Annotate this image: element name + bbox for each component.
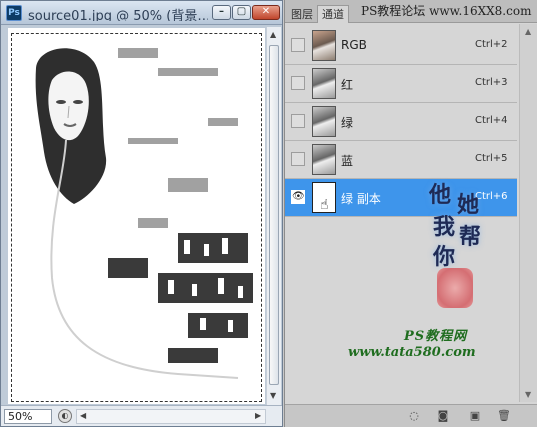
red-seal-stamp <box>437 268 473 308</box>
channel-thumbnail <box>312 68 336 99</box>
brand-watermark: PS教程网 <box>404 329 468 344</box>
channel-row-red[interactable]: 红 Ctrl+3 <box>285 65 517 103</box>
new-channel-icon[interactable]: ▣ <box>468 409 482 423</box>
channel-name: 绿 <box>341 116 354 130</box>
channel-row-blue[interactable]: 蓝 Ctrl+5 <box>285 141 517 179</box>
channel-shortcut: Ctrl+4 <box>475 115 508 126</box>
document-title: source01.jpg @ 50% (背景… <box>28 9 208 21</box>
hand-cursor-icon: ☝ <box>320 197 329 213</box>
channel-shortcut: Ctrl+3 <box>475 77 508 88</box>
scroll-up-arrow-icon[interactable]: ▲ <box>525 27 531 36</box>
document-window: Ps source01.jpg @ 50% (背景… – ▢ ✕ ▲ ▼ 50%… <box>0 0 283 427</box>
scroll-right-arrow-icon[interactable]: ▶ <box>255 411 261 420</box>
canvas-horizontal-scrollbar[interactable]: ◀ ▶ <box>76 409 266 424</box>
trash-icon[interactable]: 🗑 <box>497 409 511 423</box>
calligraphy-char: 我 <box>433 214 456 240</box>
channel-name: 红 <box>341 78 354 92</box>
channel-row-green[interactable]: 绿 Ctrl+4 <box>285 103 517 141</box>
document-titlebar[interactable]: Ps source01.jpg @ 50% (背景… – ▢ ✕ <box>1 1 282 25</box>
calligraphy-char: 帮 <box>459 224 482 250</box>
url-watermark: www.tata580.com <box>348 345 476 360</box>
channel-name: RGB <box>341 38 367 52</box>
visibility-toggle[interactable] <box>291 152 305 166</box>
site-banner: PS教程论坛 www.16XX8.com <box>361 4 532 18</box>
channel-row-rgb[interactable]: RGB Ctrl+2 <box>285 27 517 65</box>
channel-shortcut: Ctrl+2 <box>475 39 508 50</box>
dotted-circle-icon[interactable]: ◌ <box>407 409 421 423</box>
scrollbar-thumb[interactable] <box>269 45 279 385</box>
eye-icon[interactable]: 👁 <box>291 190 305 204</box>
visibility-toggle[interactable] <box>291 76 305 90</box>
canvas-vertical-scrollbar[interactable]: ▲ ▼ <box>266 27 281 405</box>
tab-channels[interactable]: 通道 <box>317 5 349 23</box>
channel-shortcut: Ctrl+5 <box>475 153 508 164</box>
minimize-button[interactable]: – <box>212 5 231 20</box>
channel-thumbnail <box>312 106 336 137</box>
scroll-down-arrow-icon[interactable]: ▼ <box>525 390 531 399</box>
close-button[interactable]: ✕ <box>252 5 280 20</box>
zoom-level-field[interactable]: 50% <box>4 409 52 424</box>
tab-layers[interactable]: 图层 <box>287 7 317 23</box>
channel-thumbnail <box>312 144 336 175</box>
panel-footer: ◌ ◙ ▣ 🗑 <box>285 404 537 427</box>
mask-icon[interactable]: ◙ <box>436 409 450 423</box>
calligraphy-char: 你 <box>433 244 456 270</box>
visibility-toggle[interactable] <box>291 114 305 128</box>
selection-marquee <box>11 33 262 402</box>
document-statusbar: 50% ◐ ◀ ▶ <box>1 405 282 426</box>
scroll-left-arrow-icon[interactable]: ◀ <box>80 411 86 420</box>
channel-name: 绿 副本 <box>341 192 381 206</box>
panel-tabstrip: 图层 通道 PS教程论坛 www.16XX8.com <box>285 0 537 23</box>
panel-vertical-scrollbar[interactable]: ▲ ▼ <box>519 24 537 402</box>
status-menu-icon[interactable]: ◐ <box>58 409 72 423</box>
maximize-button[interactable]: ▢ <box>232 5 251 20</box>
channel-thumbnail <box>312 30 336 61</box>
visibility-toggle[interactable] <box>291 38 305 52</box>
scroll-up-arrow-icon[interactable]: ▲ <box>270 30 276 39</box>
photoshop-logo-icon: Ps <box>6 5 22 21</box>
calligraphy-char: 她 <box>457 192 480 218</box>
scroll-down-arrow-icon[interactable]: ▼ <box>270 391 276 400</box>
calligraphy-char: 他 <box>429 182 452 208</box>
channel-name: 蓝 <box>341 154 354 168</box>
